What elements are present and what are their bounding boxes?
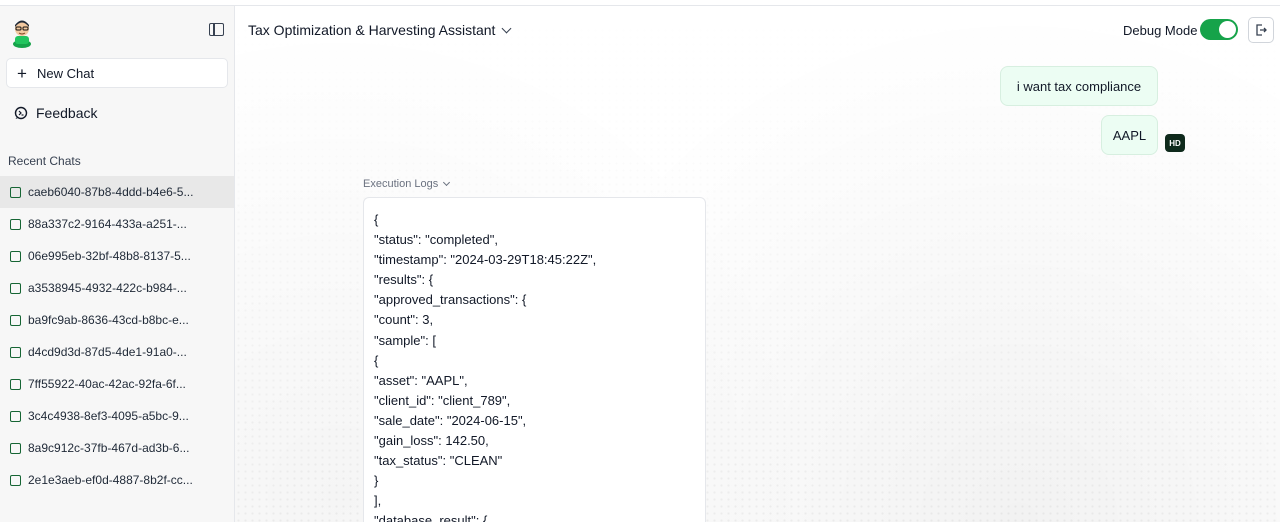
chat-icon (10, 186, 21, 198)
feedback-button[interactable]: Feedback (6, 102, 228, 124)
chat-item[interactable]: 06e995eb-32bf-48b8-8137-5... (0, 240, 234, 272)
new-chat-button[interactable]: + New Chat (6, 58, 228, 88)
log-line: "database_result": { (374, 513, 488, 522)
feedback-label: Feedback (36, 105, 98, 121)
chat-item[interactable]: 3c4c4938-8ef3-4095-a5bc-9... (0, 400, 234, 432)
log-line: "approved_transactions": { (374, 292, 527, 308)
chat-item-label: 8a9c912c-37fb-467d-ad3b-6... (28, 441, 190, 455)
chat-item-label: 88a337c2-9164-433a-a251-... (28, 217, 187, 231)
log-line: "timestamp": "2024-03-29T18:45:22Z", (374, 252, 597, 268)
chat-item[interactable]: d4cd9d3d-87d5-4de1-91a0-... (0, 336, 234, 368)
debug-mode-label: Debug Mode (1123, 23, 1198, 38)
new-chat-label: New Chat (37, 65, 95, 81)
execution-logs-panel: { "status": "completed", "timestamp": "2… (363, 197, 706, 522)
chat-item-label: a3538945-4932-422c-b984-... (28, 281, 187, 295)
recent-chats-list: caeb6040-87b8-4ddd-b4e6-5... 88a337c2-91… (0, 176, 234, 496)
chat-item[interactable]: a3538945-4932-422c-b984-... (0, 272, 234, 304)
chat-item[interactable]: 2e1e3aeb-ef0d-4887-8b2f-cc... (0, 464, 234, 496)
chat-item-label: ba9fc9ab-8636-43cd-b8bc-e... (28, 313, 189, 327)
chat-item[interactable]: caeb6040-87b8-4ddd-b4e6-5... (0, 176, 234, 208)
chat-icon (10, 218, 21, 230)
log-line: "gain_loss": 142.50, (374, 433, 489, 449)
log-line: "sample": [ (374, 332, 436, 348)
chat-item-label: d4cd9d3d-87d5-4de1-91a0-... (28, 345, 187, 359)
chat-item[interactable]: 88a337c2-9164-433a-a251-... (0, 208, 234, 240)
user-message: AAPL (1101, 115, 1158, 155)
log-line: "status": "completed", (374, 232, 498, 248)
chat-item-label: 7ff55922-40ac-42ac-92fa-6f... (28, 377, 186, 391)
user-message: i want tax compliance (1000, 66, 1158, 106)
log-line: "asset": "AAPL", (374, 372, 468, 388)
log-line: "tax_status": "CLEAN" (374, 453, 503, 469)
chevron-down-icon (501, 23, 512, 33)
app-logo-avatar (10, 18, 34, 48)
chat-item[interactable]: ba9fc9ab-8636-43cd-b8bc-e... (0, 304, 234, 336)
logout-icon (1256, 24, 1267, 36)
assistant-title: Tax Optimization & Harvesting Assistant (248, 22, 496, 38)
sidebar: + New Chat Feedback Recent Chats caeb604… (0, 6, 235, 522)
plus-icon: + (17, 63, 27, 83)
chat-item-label: 06e995eb-32bf-48b8-8137-5... (28, 249, 191, 263)
chat-icon (10, 442, 21, 454)
chat-item[interactable]: 8a9c912c-37fb-467d-ad3b-6... (0, 432, 234, 464)
logout-button[interactable] (1248, 17, 1274, 43)
chat-item-label: 3c4c4938-8ef3-4095-a5bc-9... (28, 409, 189, 423)
chat-icon (10, 314, 21, 326)
chat-main-area: Tax Optimization & Harvesting Assistant … (235, 6, 1280, 522)
chat-icon (10, 250, 21, 262)
log-line: "client_id": "client_789", (374, 392, 511, 408)
feedback-icon (6, 106, 36, 120)
log-line: "count": 3, (374, 312, 434, 328)
chat-icon (10, 474, 21, 486)
chat-item[interactable]: 7ff55922-40ac-42ac-92fa-6f... (0, 368, 234, 400)
chat-item-label: caeb6040-87b8-4ddd-b4e6-5... (28, 185, 194, 199)
execution-logs-toggle[interactable]: Execution Logs (363, 178, 451, 190)
execution-logs-label: Execution Logs (363, 178, 439, 190)
chevron-down-icon (443, 178, 451, 187)
user-avatar-badge: HD (1165, 134, 1185, 152)
assistant-selector[interactable]: Tax Optimization & Harvesting Assistant (248, 22, 512, 38)
recent-chats-heading: Recent Chats (8, 154, 81, 168)
log-line: { (374, 352, 379, 368)
chat-icon (10, 282, 21, 294)
log-line: ], (374, 493, 382, 509)
chat-icon (10, 410, 21, 422)
log-line: "results": { (374, 272, 434, 288)
chat-item-label: 2e1e3aeb-ef0d-4887-8b2f-cc... (28, 473, 193, 487)
log-line: "sale_date": "2024-06-15", (374, 412, 527, 428)
debug-mode-toggle[interactable] (1200, 19, 1238, 40)
chat-icon (10, 346, 21, 358)
sidebar-toggle-icon[interactable] (209, 23, 224, 36)
chat-icon (10, 378, 21, 390)
log-line: } (374, 473, 379, 489)
log-line: { (374, 212, 379, 227)
